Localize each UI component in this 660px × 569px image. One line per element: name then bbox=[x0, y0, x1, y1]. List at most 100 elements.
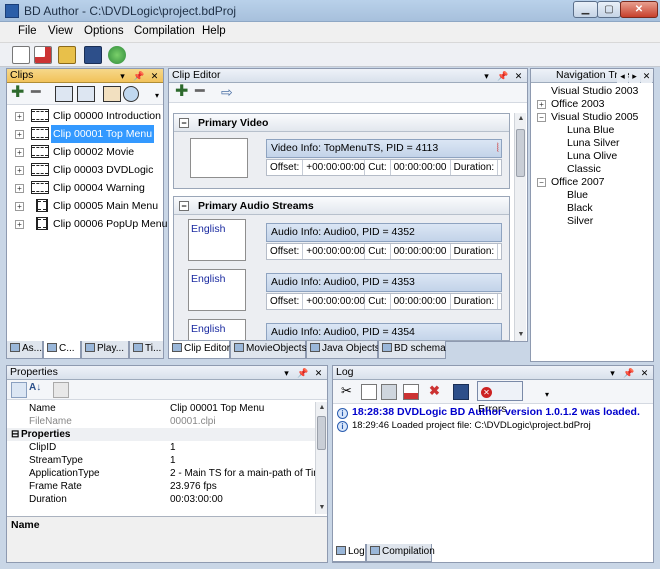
categorized-icon[interactable] bbox=[11, 382, 27, 398]
clip-editor-scrollbar[interactable]: ▲ ▼ bbox=[514, 113, 526, 341]
tab-clips[interactable]: C... bbox=[43, 341, 81, 359]
new-file-icon[interactable] bbox=[34, 46, 52, 64]
property-row[interactable]: Frame Rate 23.976 fps bbox=[7, 480, 315, 493]
tab-clip-editor[interactable]: Clip Editor bbox=[168, 341, 230, 359]
pin-icon[interactable]: 📌 bbox=[133, 70, 144, 83]
cut-value[interactable]: 00:00:00:00 bbox=[391, 244, 451, 259]
list-item[interactable]: + Clip 00002 Movie bbox=[7, 143, 163, 161]
expand-icon[interactable]: + bbox=[537, 100, 546, 109]
expand-icon[interactable]: + bbox=[15, 130, 24, 139]
property-row[interactable]: Duration 00:03:00:00 bbox=[7, 493, 315, 506]
tree-item[interactable]: Luna Silver bbox=[567, 137, 620, 150]
tab-java-objects[interactable]: Java Objects bbox=[306, 341, 380, 359]
clip-edit-icon[interactable] bbox=[77, 86, 95, 102]
pin-icon[interactable]: 📌 bbox=[497, 70, 508, 83]
tab-bd-schema[interactable]: BD schema bbox=[378, 341, 446, 359]
property-value[interactable]: 23.976 fps bbox=[170, 480, 315, 493]
tree-item[interactable]: − Visual Studio 2005 bbox=[537, 111, 638, 124]
list-item[interactable]: + Clip 00000 Introduction bbox=[7, 107, 163, 125]
clip-refresh-icon[interactable] bbox=[123, 86, 139, 102]
property-row[interactable]: Name Clip 00001 Top Menu bbox=[7, 402, 315, 415]
tab-left-icon[interactable]: ◂ bbox=[617, 70, 628, 83]
pin-icon[interactable]: 📌 bbox=[623, 367, 634, 380]
audio-language-box[interactable]: English bbox=[188, 219, 246, 261]
clear-errors-icon[interactable]: ✖ bbox=[429, 384, 445, 400]
video-info-bar[interactable]: Video Info: TopMenuTS, PID = 4113 ⦚ bbox=[266, 139, 502, 158]
expand-icon[interactable]: + bbox=[15, 184, 24, 193]
trash-icon[interactable] bbox=[381, 384, 397, 400]
property-category[interactable]: ⊟ Properties bbox=[7, 428, 315, 441]
tree-item[interactable]: Classic bbox=[567, 163, 601, 176]
property-value[interactable]: 1 bbox=[170, 441, 315, 454]
list-item[interactable]: + Clip 00005 Main Menu bbox=[7, 197, 163, 215]
minimize-button[interactable]: ▁ bbox=[573, 1, 598, 18]
collapse-icon[interactable]: − bbox=[537, 113, 546, 122]
scroll-up-icon[interactable]: ▲ bbox=[316, 402, 328, 414]
property-value[interactable]: Clip 00001 Top Menu bbox=[170, 402, 315, 415]
audio-language-box[interactable]: English bbox=[188, 319, 246, 340]
scroll-down-icon[interactable]: ▼ bbox=[515, 329, 527, 341]
close-button[interactable]: ✕ bbox=[620, 1, 658, 18]
collapse-icon[interactable]: − bbox=[537, 178, 546, 187]
offset-value[interactable]: +00:00:00:00 bbox=[303, 160, 366, 175]
pin-icon[interactable]: 📌 bbox=[297, 367, 308, 380]
list-item[interactable]: + Clip 00006 PopUp Menu bbox=[7, 215, 167, 233]
errors-filter-button[interactable]: ✕Errors bbox=[477, 381, 523, 415]
property-value[interactable]: 2 - Main TS for a main-path of Time base… bbox=[170, 467, 315, 480]
properties-scrollbar[interactable]: ▲ ▼ bbox=[315, 402, 327, 514]
open-folder-icon[interactable] bbox=[58, 46, 76, 64]
cut-icon[interactable]: ✂ bbox=[341, 384, 357, 400]
list-item[interactable]: + Clip 00001 Top Menu bbox=[7, 125, 163, 143]
tree-item[interactable]: Luna Blue bbox=[567, 124, 614, 137]
clip-import-icon[interactable] bbox=[103, 86, 121, 102]
tab-titles[interactable]: Ti... bbox=[129, 341, 164, 359]
property-row[interactable]: ClipID 1 bbox=[7, 441, 315, 454]
property-row[interactable]: StreamType 1 bbox=[7, 454, 315, 467]
property-value[interactable]: 00:03:00:00 bbox=[170, 493, 315, 506]
audio-info-bar[interactable]: Audio Info: Audio0, PID = 4354 bbox=[266, 323, 502, 340]
list-item[interactable]: + Clip 00003 DVDLogic bbox=[7, 161, 163, 179]
tab-right-icon[interactable]: ▸ bbox=[629, 70, 640, 83]
property-pages-icon[interactable] bbox=[53, 382, 69, 398]
offset-value[interactable]: +00:00:00:00 bbox=[303, 294, 366, 309]
close-icon[interactable]: ✕ bbox=[639, 367, 650, 380]
tab-assets[interactable]: As... bbox=[6, 341, 43, 359]
menu-help[interactable]: Help bbox=[202, 25, 226, 37]
expand-icon[interactable]: + bbox=[15, 166, 24, 175]
dropdown-icon[interactable]: ▾ bbox=[481, 70, 492, 83]
audio-info-bar[interactable]: Audio Info: Audio0, PID = 4353 bbox=[266, 273, 502, 292]
duration-value[interactable]: 0 bbox=[498, 294, 501, 309]
close-icon[interactable]: ✕ bbox=[513, 70, 524, 83]
collapse-icon[interactable]: − bbox=[179, 201, 189, 211]
remove-icon[interactable]: ━ bbox=[31, 85, 47, 102]
sort-alphabetical-icon[interactable]: A↓ bbox=[29, 382, 45, 398]
save-icon[interactable] bbox=[84, 46, 102, 64]
property-value[interactable]: 00001.clpi bbox=[170, 415, 315, 428]
toolbar-overflow-icon[interactable]: ▾ bbox=[155, 91, 159, 100]
collapse-icon[interactable]: ⊟ bbox=[11, 428, 19, 441]
menu-file[interactable]: File bbox=[18, 25, 37, 37]
tab-log[interactable]: Log bbox=[332, 544, 366, 562]
tree-item[interactable]: Silver bbox=[567, 215, 593, 228]
offset-value[interactable]: +00:00:00:00 bbox=[303, 244, 366, 259]
duration-value[interactable]: 0 bbox=[498, 244, 501, 259]
close-icon[interactable]: ✕ bbox=[641, 70, 652, 83]
remove-icon[interactable]: ━ bbox=[195, 84, 211, 101]
expand-icon[interactable]: + bbox=[15, 220, 24, 229]
toolbar-overflow-icon[interactable]: ▾ bbox=[545, 390, 549, 399]
tree-item[interactable]: Visual Studio 2003 bbox=[551, 85, 638, 98]
cut-value[interactable]: 00:00:00:00 bbox=[391, 294, 451, 309]
menu-compilation[interactable]: Compilation bbox=[134, 25, 195, 37]
tab-compilation[interactable]: Compilation bbox=[366, 544, 435, 562]
copy-icon[interactable] bbox=[361, 384, 377, 400]
compile-globe-icon[interactable] bbox=[108, 46, 126, 64]
list-item[interactable]: + Clip 00004 Warning bbox=[7, 179, 163, 197]
tree-item[interactable]: + Office 2003 bbox=[537, 98, 605, 111]
menu-options[interactable]: Options bbox=[84, 25, 124, 37]
scroll-thumb[interactable] bbox=[317, 416, 326, 450]
property-row[interactable]: ApplicationType 2 - Main TS for a main-pa… bbox=[7, 467, 315, 480]
tab-playlists[interactable]: Play... bbox=[81, 341, 129, 359]
collapse-icon[interactable]: − bbox=[179, 118, 189, 128]
property-value[interactable]: 1 bbox=[170, 454, 315, 467]
duration-value[interactable]: 0 bbox=[498, 160, 501, 175]
